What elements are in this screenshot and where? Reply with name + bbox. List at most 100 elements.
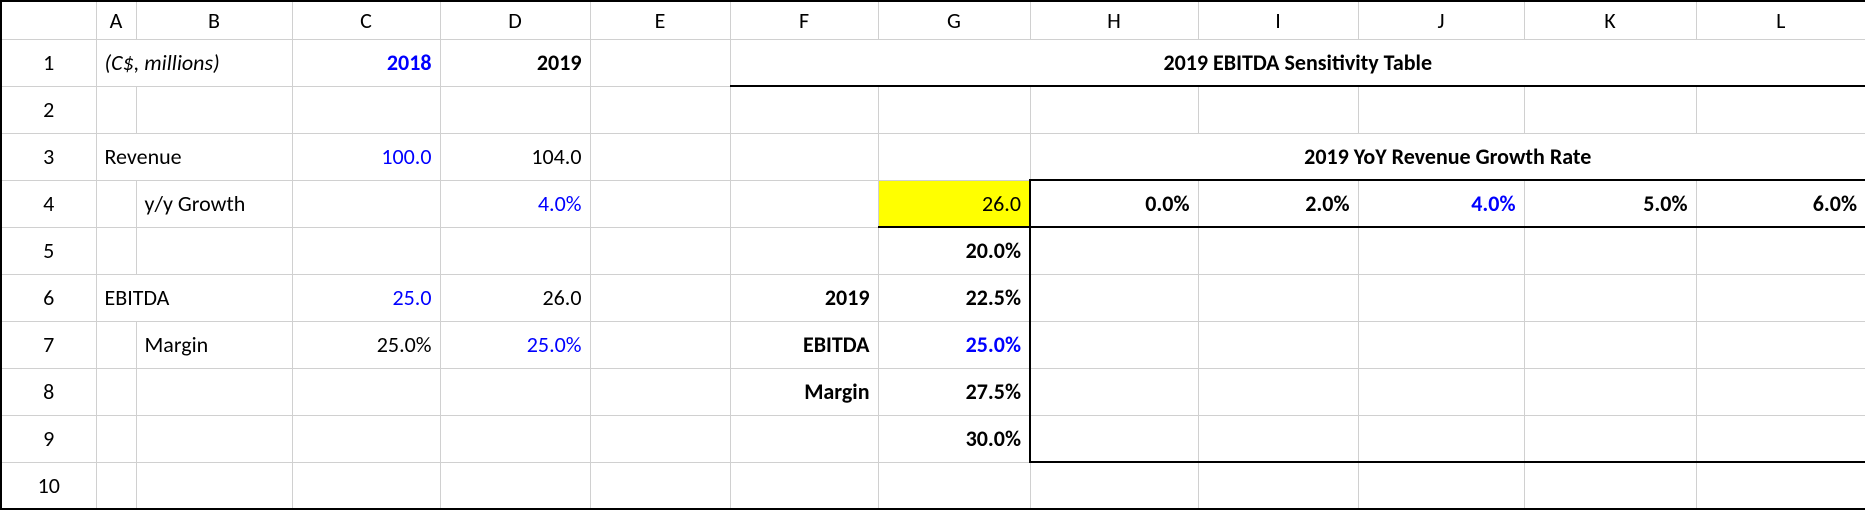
cell-B5[interactable] <box>136 227 292 274</box>
cell-L7[interactable] <box>1696 321 1865 368</box>
cell-H9[interactable] <box>1030 415 1198 462</box>
row-header-8[interactable]: 8 <box>1 368 96 415</box>
row-header-5[interactable]: 5 <box>1 227 96 274</box>
cell-L6[interactable] <box>1696 274 1865 321</box>
cell-G9[interactable]: 30.0% <box>878 415 1030 462</box>
row-header-3[interactable]: 3 <box>1 133 96 180</box>
cell-D1[interactable]: 2019 <box>440 39 590 86</box>
cell-E8[interactable] <box>590 368 730 415</box>
cell-J8[interactable] <box>1358 368 1524 415</box>
cell-H10[interactable] <box>1030 462 1198 509</box>
cell-L4[interactable]: 6.0% <box>1696 180 1865 227</box>
cell-E1[interactable] <box>590 39 730 86</box>
col-header-B[interactable]: B <box>136 1 292 39</box>
cell-B8[interactable] <box>136 368 292 415</box>
cell-J9[interactable] <box>1358 415 1524 462</box>
cell-C2[interactable] <box>292 86 440 133</box>
row-header-4[interactable]: 4 <box>1 180 96 227</box>
cell-ebitda-label[interactable]: EBITDA <box>96 274 292 321</box>
cell-L9[interactable] <box>1696 415 1865 462</box>
cell-K7[interactable] <box>1524 321 1696 368</box>
col-header-H[interactable]: H <box>1030 1 1198 39</box>
row-header-1[interactable]: 1 <box>1 39 96 86</box>
col-header-G[interactable]: G <box>878 1 1030 39</box>
cell-E4[interactable] <box>590 180 730 227</box>
col-header-L[interactable]: L <box>1696 1 1865 39</box>
cell-E3[interactable] <box>590 133 730 180</box>
cell-A1[interactable]: (C$, millions) <box>96 39 292 86</box>
cell-H7[interactable] <box>1030 321 1198 368</box>
cell-B9[interactable] <box>136 415 292 462</box>
cell-F10[interactable] <box>730 462 878 509</box>
row-header-6[interactable]: 6 <box>1 274 96 321</box>
cell-H2[interactable] <box>1030 86 1198 133</box>
cell-I6[interactable] <box>1198 274 1358 321</box>
cell-L2[interactable] <box>1696 86 1865 133</box>
cell-K2[interactable] <box>1524 86 1696 133</box>
col-header-F[interactable]: F <box>730 1 878 39</box>
col-header-J[interactable]: J <box>1358 1 1524 39</box>
cell-D6[interactable]: 26.0 <box>440 274 590 321</box>
cell-A8[interactable] <box>96 368 136 415</box>
cell-F6[interactable]: 2019 <box>730 274 878 321</box>
col-header-A[interactable]: A <box>96 1 136 39</box>
cell-C6[interactable]: 25.0 <box>292 274 440 321</box>
cell-A7[interactable] <box>96 321 136 368</box>
cell-A2[interactable] <box>96 86 136 133</box>
cell-L8[interactable] <box>1696 368 1865 415</box>
cell-B2[interactable] <box>136 86 292 133</box>
cell-F4[interactable] <box>730 180 878 227</box>
cell-G8[interactable]: 27.5% <box>878 368 1030 415</box>
cell-J2[interactable] <box>1358 86 1524 133</box>
cell-H4[interactable]: 0.0% <box>1030 180 1198 227</box>
cell-B4[interactable]: y/y Growth <box>136 180 292 227</box>
cell-E7[interactable] <box>590 321 730 368</box>
cell-I4[interactable]: 2.0% <box>1198 180 1358 227</box>
cell-C9[interactable] <box>292 415 440 462</box>
cell-C7[interactable]: 25.0% <box>292 321 440 368</box>
cell-C1[interactable]: 2018 <box>292 39 440 86</box>
cell-J5[interactable] <box>1358 227 1524 274</box>
cell-J7[interactable] <box>1358 321 1524 368</box>
cell-J6[interactable] <box>1358 274 1524 321</box>
cell-K6[interactable] <box>1524 274 1696 321</box>
cell-G5[interactable]: 20.0% <box>878 227 1030 274</box>
cell-B10[interactable] <box>136 462 292 509</box>
col-header-K[interactable]: K <box>1524 1 1696 39</box>
cell-G4-base[interactable]: 26.0 <box>878 180 1030 227</box>
cell-F9[interactable] <box>730 415 878 462</box>
cell-C5[interactable] <box>292 227 440 274</box>
cell-F3[interactable] <box>730 133 878 180</box>
col-header-D[interactable]: D <box>440 1 590 39</box>
cell-G10[interactable] <box>878 462 1030 509</box>
cell-F8[interactable]: Margin <box>730 368 878 415</box>
cell-D5[interactable] <box>440 227 590 274</box>
cell-K4[interactable]: 5.0% <box>1524 180 1696 227</box>
cell-H5[interactable] <box>1030 227 1198 274</box>
growth-rate-title[interactable]: 2019 YoY Revenue Growth Rate <box>1030 133 1865 180</box>
cell-E5[interactable] <box>590 227 730 274</box>
row-header-7[interactable]: 7 <box>1 321 96 368</box>
cell-C10[interactable] <box>292 462 440 509</box>
cell-I9[interactable] <box>1198 415 1358 462</box>
cell-K9[interactable] <box>1524 415 1696 462</box>
cell-I7[interactable] <box>1198 321 1358 368</box>
cell-L5[interactable] <box>1696 227 1865 274</box>
cell-D7[interactable]: 25.0% <box>440 321 590 368</box>
cell-F5[interactable] <box>730 227 878 274</box>
sensitivity-title[interactable]: 2019 EBITDA Sensitivity Table <box>730 39 1865 86</box>
cell-A9[interactable] <box>96 415 136 462</box>
spreadsheet-grid[interactable]: A B C D E F G H I J K L 1 (C$, millions)… <box>0 0 1865 510</box>
cell-E2[interactable] <box>590 86 730 133</box>
cell-E6[interactable] <box>590 274 730 321</box>
cell-K10[interactable] <box>1524 462 1696 509</box>
cell-A10[interactable] <box>96 462 136 509</box>
cell-D3[interactable]: 104.0 <box>440 133 590 180</box>
row-header-2[interactable]: 2 <box>1 86 96 133</box>
cell-I2[interactable] <box>1198 86 1358 133</box>
cell-H6[interactable] <box>1030 274 1198 321</box>
row-header-9[interactable]: 9 <box>1 415 96 462</box>
cell-revenue-label[interactable]: Revenue <box>96 133 292 180</box>
cell-A5[interactable] <box>96 227 136 274</box>
col-header-C[interactable]: C <box>292 1 440 39</box>
